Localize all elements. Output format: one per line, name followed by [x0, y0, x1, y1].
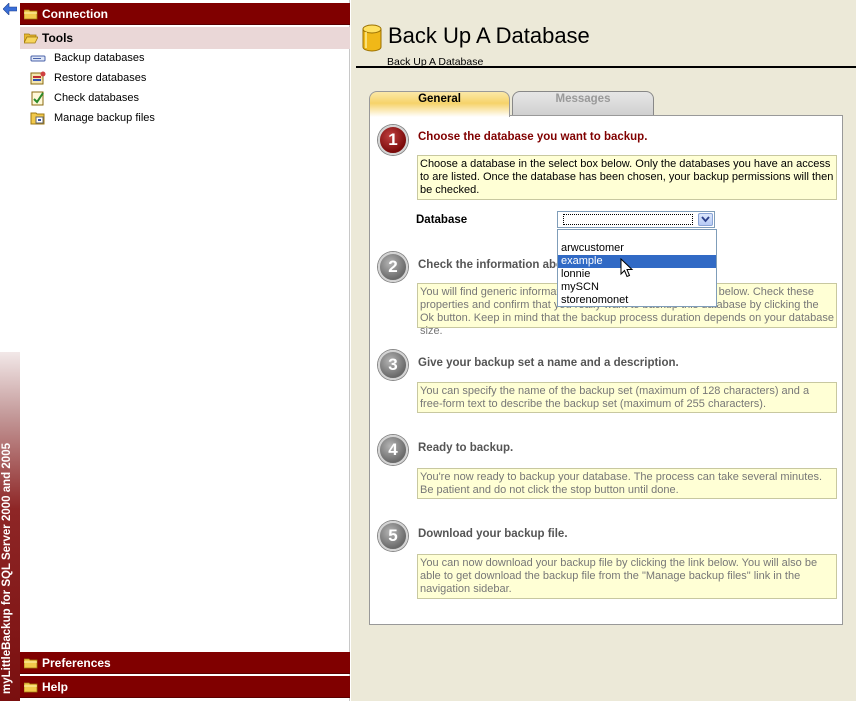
step-description: Choose a database in the select box belo… [417, 155, 837, 200]
sidebar: Connection Tools Backup databases Restor… [20, 0, 350, 701]
database-icon [361, 24, 383, 55]
sidebar-section-tools[interactable]: Tools [20, 27, 350, 49]
sidebar-item-backup[interactable]: Backup databases [28, 49, 145, 67]
database-dropdown-list[interactable]: arwcustomer example lonnie mySCN storeno… [557, 229, 717, 307]
sidebar-section-preferences[interactable]: Preferences [20, 652, 350, 674]
brand-vertical-text: myLittleBackup for SQL Server 2000 and 2… [1, 443, 13, 694]
dropdown-option[interactable]: storenomonet [558, 294, 716, 307]
mouse-cursor-icon [620, 258, 634, 278]
step-description: You can now download your backup file by… [417, 554, 837, 599]
sidebar-section-help[interactable]: Help [20, 676, 350, 698]
step-title: Choose the database you want to backup. [418, 131, 648, 143]
sidebar-item-label: Manage backup files [54, 112, 155, 124]
step-number-badge: 2 [378, 252, 408, 282]
database-label: Database [416, 214, 468, 226]
back-arrow-icon[interactable] [3, 3, 17, 15]
sidebar-item-label: Backup databases [54, 52, 145, 64]
folder-icon [24, 681, 38, 693]
database-select-value [563, 214, 693, 225]
sidebar-section-connection[interactable]: Connection [20, 3, 350, 25]
chevron-down-icon [701, 216, 710, 223]
dropdown-option[interactable]: lonnie [558, 268, 716, 281]
step-number-badge: 3 [378, 350, 408, 380]
sidebar-item-label: Check databases [54, 92, 139, 104]
step-title: Download your backup file. [418, 528, 568, 540]
dropdown-option[interactable]: arwcustomer [558, 242, 716, 255]
step-description: You're now ready to backup your database… [417, 468, 837, 499]
sidebar-section-label: Preferences [42, 656, 111, 670]
tab-label: Messages [555, 93, 611, 105]
step-title: Ready to backup. [418, 442, 514, 454]
dropdown-option[interactable]: mySCN [558, 281, 716, 294]
tab-label: General [418, 93, 461, 105]
sidebar-item-label: Restore databases [54, 72, 147, 84]
database-select[interactable] [557, 211, 715, 228]
folder-icon [24, 8, 38, 20]
step-description: You can specify the name of the backup s… [417, 382, 837, 413]
restore-icon [30, 70, 46, 86]
sidebar-section-label: Tools [42, 31, 74, 45]
page-title: Back Up A Database [388, 23, 590, 48]
sidebar-item-restore[interactable]: Restore databases [28, 69, 146, 87]
dropdown-button[interactable] [698, 213, 713, 226]
sidebar-item-manage-files[interactable]: Manage backup files [28, 109, 155, 127]
page-header: Back Up A Database Back Up A Database [356, 0, 856, 68]
tab-general[interactable]: General [369, 91, 510, 117]
step-title: Give your backup set a name and a descri… [418, 357, 679, 369]
step-number-badge: 1 [378, 125, 408, 155]
check-icon [30, 90, 46, 106]
dropdown-option-highlighted[interactable]: example [558, 255, 716, 268]
tab-messages[interactable]: Messages [512, 91, 654, 116]
folder-open-icon [24, 32, 38, 44]
backup-icon [30, 50, 46, 66]
sidebar-item-check[interactable]: Check databases [28, 89, 139, 107]
wizard-panel: 1 Choose the database you want to backup… [369, 115, 843, 625]
step-number-badge: 5 [378, 521, 408, 551]
folder-icon [24, 657, 38, 669]
main-content: Back Up A Database Back Up A Database Ge… [356, 0, 856, 701]
breadcrumb: Back Up A Database [387, 56, 484, 68]
step-number-badge: 4 [378, 435, 408, 465]
brand-strip: myLittleBackup for SQL Server 2000 and 2… [0, 0, 20, 701]
sidebar-section-label: Help [42, 680, 69, 694]
manage-files-icon [30, 110, 46, 126]
sidebar-section-label: Connection [42, 7, 108, 21]
